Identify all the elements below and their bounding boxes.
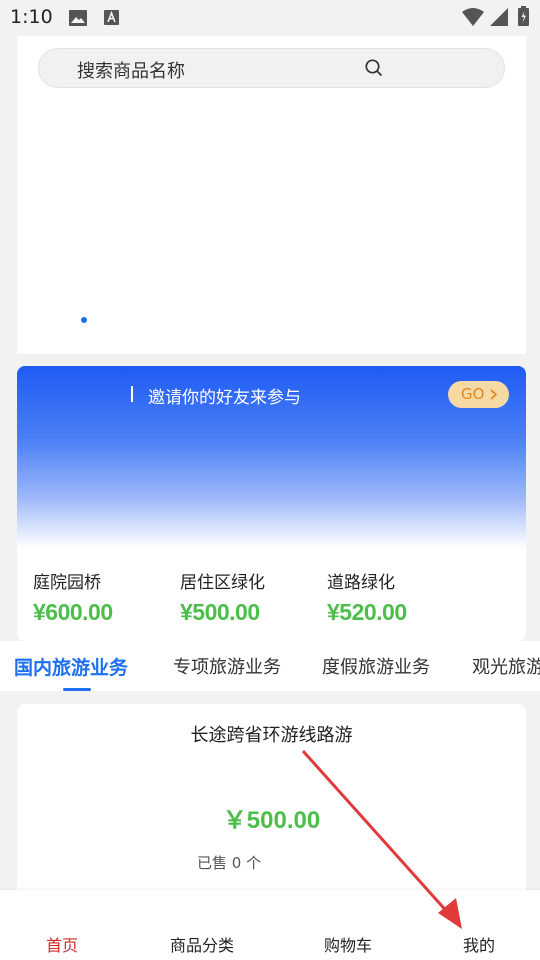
bottom-nav: 首页 商品分类 购物车 我的 [0,890,540,960]
feature-price: ¥500.00 [180,599,260,625]
text-icon [104,10,119,25]
active-tab-indicator [63,688,91,691]
search-bar[interactable]: 搜索商品名称 [38,48,505,88]
invite-card: 邀请你的好友来参与 GO 庭院园桥 ¥600.00 居住区绿化 ¥500.00 … [17,366,526,641]
invite-divider [131,386,133,402]
feature-name: 居住区绿化 [180,573,265,593]
nav-categories[interactable]: 商品分类 [170,932,234,956]
signal-icon [490,8,508,26]
feature-item[interactable]: 道路绿化 ¥520.00 [327,568,407,626]
go-button[interactable]: GO [448,381,509,408]
search-icon[interactable] [364,58,384,78]
product-card[interactable]: 长途跨省环游线路游 ￥500.00 已售 0 个 [17,704,526,904]
tab-sightseeing-travel[interactable]: 观光旅游 [472,653,540,679]
search-placeholder[interactable]: 搜索商品名称 [77,57,185,83]
nav-cart[interactable]: 购物车 [324,932,372,956]
banner-carousel[interactable]: 搜索商品名称 [17,36,526,354]
tab-special-travel[interactable]: 专项旅游业务 [173,653,281,679]
tab-holiday-travel[interactable]: 度假旅游业务 [322,653,430,679]
invite-text: 邀请你的好友来参与 [148,388,301,408]
feature-item[interactable]: 居住区绿化 ¥500.00 [180,568,265,626]
product-price: ￥500.00 [222,807,321,834]
tab-domestic-travel[interactable]: 国内旅游业务 [14,653,128,680]
status-time: 1:10 [10,6,53,28]
feature-price: ¥520.00 [327,599,407,625]
wifi-icon [462,8,484,26]
product-title: 长途跨省环游线路游 [190,725,353,746]
carousel-indicator-dot[interactable] [81,317,87,323]
battery-icon [518,6,529,26]
image-icon [69,10,87,26]
nav-home[interactable]: 首页 [46,932,78,956]
feature-price: ¥600.00 [33,599,113,625]
feature-name: 庭院园桥 [33,573,101,593]
feature-item[interactable]: 庭院园桥 ¥600.00 [33,568,113,626]
invite-banner[interactable]: 邀请你的好友来参与 GO [17,366,526,548]
product-sold-count: 已售 0 个 [197,854,262,872]
status-bar: 1:10 [0,0,540,36]
go-button-label: GO [461,385,485,403]
feature-name: 道路绿化 [327,573,395,593]
category-tabs: 国内旅游业务 专项旅游业务 度假旅游业务 观光旅游 [0,641,540,691]
chevron-right-icon [490,389,498,400]
nav-mine[interactable]: 我的 [463,932,495,956]
